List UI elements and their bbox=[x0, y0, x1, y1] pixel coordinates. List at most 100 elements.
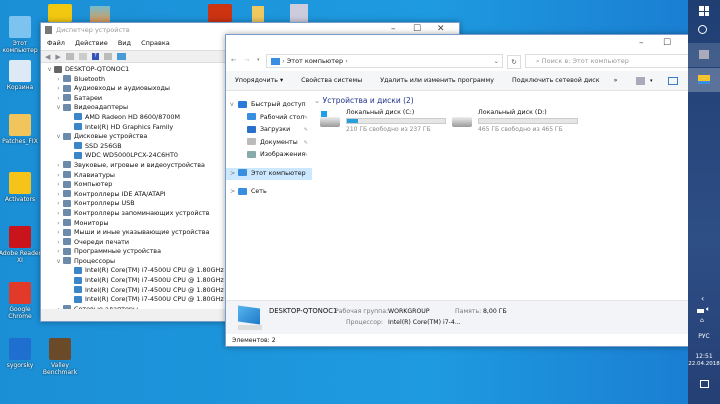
pin-icon[interactable]: ✎ bbox=[304, 124, 308, 137]
expand-toggle[interactable]: › bbox=[54, 238, 63, 248]
view-options-icon[interactable] bbox=[636, 77, 645, 85]
expand-toggle[interactable]: › bbox=[54, 228, 63, 238]
expand-toggle[interactable]: › bbox=[54, 171, 63, 181]
expand-toggle[interactable]: › bbox=[54, 305, 63, 309]
tree-item[interactable]: › Bluetooth bbox=[45, 75, 227, 85]
search-icon[interactable] bbox=[698, 25, 707, 34]
menu-file[interactable]: Файл bbox=[47, 39, 65, 47]
back-button[interactable]: ← bbox=[231, 56, 236, 64]
tree-item[interactable]: › Контроллеры IDE ATA/ATAPI bbox=[45, 190, 227, 200]
address-bar[interactable]: › Этот компьютер › ⌄ bbox=[266, 54, 503, 68]
menu-view[interactable]: Вид bbox=[118, 39, 131, 47]
tree-item[interactable]: v Видеоадаптеры bbox=[45, 103, 227, 113]
maximize-button[interactable]: ☐ bbox=[413, 24, 421, 34]
desktop-icon-3[interactable]: Activators bbox=[0, 172, 42, 203]
desktop-icon-top-4[interactable] bbox=[252, 6, 264, 22]
preview-pane-icon[interactable] bbox=[668, 77, 678, 85]
menu-help[interactable]: Справка bbox=[141, 39, 170, 47]
explorer-titlebar[interactable]: – ☐ bbox=[226, 35, 689, 53]
maximize-button[interactable]: ☐ bbox=[663, 38, 671, 48]
expand-toggle[interactable]: v bbox=[54, 132, 63, 142]
refresh-button[interactable]: ↻ bbox=[507, 55, 521, 69]
expand-toggle[interactable]: › bbox=[54, 94, 63, 104]
expand-toggle[interactable]: › bbox=[54, 199, 63, 209]
tree-item[interactable]: › Звуковые, игровые и видеоустройства bbox=[45, 161, 227, 171]
search-input[interactable]: ⌕ Поиск в: Этот компьютер bbox=[525, 54, 695, 68]
desktop-icon-5[interactable]: Google Chrome bbox=[0, 282, 42, 320]
nav-item[interactable]: Документы ✎ bbox=[226, 137, 312, 150]
tree-item[interactable]: › Программные устройства bbox=[45, 247, 227, 257]
expand-toggle[interactable]: v bbox=[54, 257, 63, 267]
update-icon[interactable] bbox=[78, 53, 87, 60]
drive-item[interactable]: Локальный диск (D:) 465 ГБ свободно из 4… bbox=[452, 109, 582, 135]
tree-item[interactable]: › Контроллеры запоминающих устройств bbox=[45, 209, 227, 219]
volume-icon[interactable]: 🔈︎ bbox=[706, 305, 710, 314]
nav-item[interactable]: Рабочий стол ✎ bbox=[226, 112, 312, 125]
uninstall-program-button[interactable]: Удалить или изменить программу bbox=[380, 77, 494, 84]
nav-item[interactable]: > Этот компьютер bbox=[226, 167, 312, 180]
tree-item[interactable]: Intel(R) HD Graphics Family bbox=[45, 123, 227, 133]
tree-item[interactable]: › Контроллеры USB bbox=[45, 199, 227, 209]
expand-toggle[interactable]: › bbox=[54, 180, 63, 190]
system-properties-button[interactable]: Свойства системы bbox=[301, 77, 362, 84]
expand-toggle[interactable]: › bbox=[54, 190, 63, 200]
pin-icon[interactable]: ✎ bbox=[304, 149, 308, 162]
tree-item[interactable]: WDC WD5000LPCX-24C6HT0 bbox=[45, 151, 227, 161]
tree-root[interactable]: v DESKTOP-QTONOC1 bbox=[45, 65, 227, 75]
expand-toggle[interactable]: › bbox=[54, 84, 63, 94]
desktop-icon-top-2[interactable] bbox=[90, 6, 110, 22]
desktop-icon-0[interactable]: Этот компьютер bbox=[0, 16, 42, 54]
tree-item[interactable]: Intel(R) Core(TM) i7-4500U CPU @ 1.80GHz bbox=[45, 266, 227, 276]
monitor-icon[interactable] bbox=[116, 53, 126, 60]
notification-icon[interactable] bbox=[700, 380, 709, 388]
desktop-icon-top-5[interactable] bbox=[290, 4, 308, 22]
properties-icon[interactable] bbox=[65, 53, 74, 60]
tree-item[interactable]: › Компьютер bbox=[45, 180, 227, 190]
more-button[interactable]: » bbox=[614, 77, 618, 84]
battery-icon[interactable] bbox=[697, 309, 704, 313]
expand-toggle[interactable]: › bbox=[54, 209, 63, 219]
back-icon[interactable]: ◀ bbox=[45, 53, 50, 61]
start-button[interactable] bbox=[699, 6, 709, 16]
scan-icon[interactable] bbox=[103, 53, 112, 60]
pin-icon[interactable]: ✎ bbox=[304, 112, 308, 125]
desktop-icon-7[interactable]: Valley Benchmark bbox=[38, 338, 82, 376]
organize-button[interactable]: Упорядочить ▾ bbox=[235, 77, 283, 84]
language-indicator[interactable]: РУС bbox=[688, 333, 720, 340]
view-dropdown-icon[interactable]: ▾ bbox=[650, 71, 653, 91]
nav-item[interactable]: > Сеть bbox=[226, 186, 312, 199]
tree-item[interactable]: v Процессоры bbox=[45, 257, 227, 267]
minimize-button[interactable]: – bbox=[639, 38, 644, 48]
forward-button[interactable]: → bbox=[244, 56, 249, 64]
drive-item[interactable]: Локальный диск (C:) 210 ГБ свободно из 2… bbox=[320, 109, 450, 135]
tree-item[interactable]: › Аудиовходы и аудиовыходы bbox=[45, 84, 227, 94]
nav-item[interactable]: Загрузки ✎ bbox=[226, 124, 312, 137]
forward-icon[interactable]: ▶ bbox=[55, 53, 60, 61]
pin-icon[interactable]: ✎ bbox=[304, 137, 308, 150]
tree-item[interactable]: › Батареи bbox=[45, 94, 227, 104]
help-icon[interactable]: ? bbox=[91, 53, 99, 60]
tree-item[interactable]: Intel(R) Core(TM) i7-4500U CPU @ 1.80GHz bbox=[45, 286, 227, 296]
tree-item[interactable]: ›Сетевые адаптеры bbox=[45, 305, 227, 309]
network-icon[interactable]: ⌂ bbox=[700, 317, 704, 324]
menu-action[interactable]: Действие bbox=[75, 39, 108, 47]
close-button[interactable]: ✕ bbox=[437, 24, 445, 34]
desktop-icon-top-3[interactable] bbox=[208, 4, 232, 22]
address-dropdown-icon[interactable]: ⌄ bbox=[494, 55, 499, 67]
desktop-icon-4[interactable]: Adobe Reader XI bbox=[0, 226, 42, 264]
clock-time[interactable]: 12:51 bbox=[688, 353, 720, 360]
tree-item[interactable]: AMD Radeon HD 8600/8700M bbox=[45, 113, 227, 123]
recent-dropdown[interactable]: ▾ bbox=[257, 57, 260, 63]
expand-toggle[interactable]: › bbox=[54, 219, 63, 229]
expand-toggle[interactable]: › bbox=[54, 247, 63, 257]
expand-toggle[interactable]: v bbox=[54, 103, 63, 113]
tree-item[interactable]: Intel(R) Core(TM) i7-4500U CPU @ 1.80GHz bbox=[45, 276, 227, 286]
desktop-icon-2[interactable]: Patches_FIX bbox=[0, 114, 42, 145]
taskbar-explorer[interactable] bbox=[688, 68, 720, 92]
desktop-icon-6[interactable]: sygorsky bbox=[0, 338, 42, 369]
tree-item[interactable]: SSD 256GB bbox=[45, 142, 227, 152]
tree-item[interactable]: › Мониторы bbox=[45, 219, 227, 229]
expand-toggle[interactable]: › bbox=[54, 75, 63, 85]
nav-item[interactable]: v Быстрый доступ bbox=[226, 99, 312, 112]
clock-date[interactable]: 22.04.2018 bbox=[688, 361, 720, 367]
